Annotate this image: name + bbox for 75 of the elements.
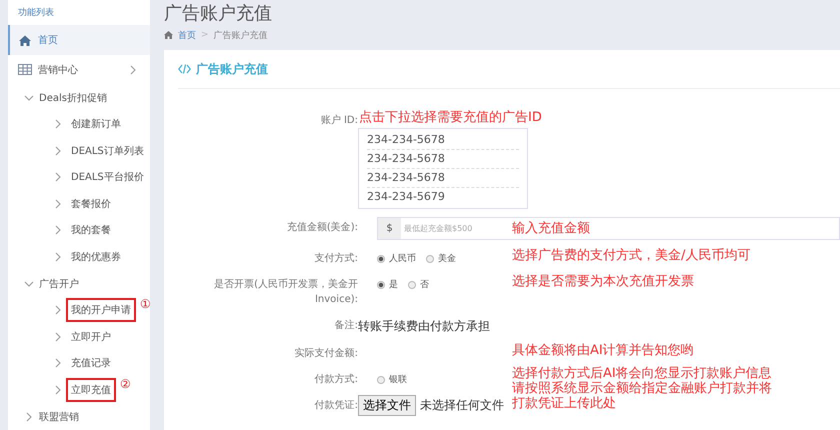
sidebar-item[interactable]: 我的套餐: [66, 218, 116, 242]
annotation-text: 输入充值金额: [512, 220, 590, 237]
field-label: 支付方式:: [314, 252, 358, 266]
radio-label[interactable]: 银联: [389, 373, 407, 386]
chevron-icon: [53, 172, 63, 182]
radio-label[interactable]: 美金: [438, 252, 456, 265]
chevron-icon: [24, 412, 34, 422]
sidebar-heading: 功能列表: [17, 6, 55, 20]
radio-button[interactable]: [377, 376, 385, 384]
sidebar-item[interactable]: 套餐报价: [66, 192, 116, 216]
chevron-icon: [53, 225, 63, 236]
account-list[interactable]: 234-234-5678 234-234-5678 234-234-5678 234-234-5679: [358, 128, 528, 209]
chevron-icon: [24, 92, 34, 102]
list-option[interactable]: 234-234-5678: [367, 150, 519, 169]
sidebar-item[interactable]: 创建新订单: [66, 112, 126, 136]
chevron-icon: [53, 198, 63, 209]
list-option[interactable]: 234-234-5678: [367, 131, 519, 150]
sidebar-item[interactable]: 立即开户: [66, 324, 116, 349]
chevron-icon: [53, 332, 63, 342]
annotation-text: 具体金额将由AI计算并告知您哟: [512, 342, 695, 359]
radio-button[interactable]: [377, 254, 385, 262]
field-label: 备注:: [334, 318, 358, 333]
radio-label[interactable]: 人民币: [389, 252, 416, 265]
sidebar-item[interactable]: 营销中心: [8, 55, 150, 84]
sidebar-item[interactable]: 我的优惠券: [66, 244, 126, 269]
chevron-icon: [53, 146, 63, 156]
chevron-icon: [53, 305, 63, 316]
chevron-icon: [53, 358, 63, 368]
field-label: 账户 ID:: [320, 114, 358, 128]
sidebar-item[interactable]: 充值记录: [66, 351, 116, 376]
annotation-text: 选择付款方式后AI将会向您显示打款账户信息: [512, 366, 773, 381]
chevron-icon: [53, 384, 63, 395]
field-label: 充值金额(美金):: [286, 220, 358, 235]
page-title: 广告账户充值: [164, 2, 273, 25]
home-icon: [164, 31, 173, 39]
chevron-icon: [53, 119, 63, 130]
field-label: 付款方式:: [314, 372, 358, 387]
sidebar-item[interactable]: DEALS平台报价: [66, 165, 149, 190]
breadcrumb-current: 广告账户充值: [214, 30, 268, 42]
radio-label[interactable]: 否: [420, 278, 429, 291]
annotation-text: 点击下拉选择需要充值的广告ID: [359, 110, 542, 126]
sidebar-item[interactable]: 立即充值: [66, 378, 116, 402]
radio-label[interactable]: 是: [389, 278, 398, 291]
chevron-icon: [53, 252, 63, 262]
sidebar-item[interactable]: Deals折扣促销: [8, 84, 150, 111]
sidebar-item[interactable]: 我的开户申请: [66, 298, 136, 322]
step-number: ①: [140, 297, 151, 311]
sidebar-item[interactable]: 广告开户: [8, 270, 150, 297]
file-status: 未选择任何文件: [420, 397, 504, 414]
card-title: 广告账户充值: [196, 60, 268, 78]
annotation-text: 选择广告费的支付方式，美金/人民币均可: [512, 247, 752, 264]
annotation-text: 请按照系统显示金额给指定金融账户打款并将: [512, 381, 773, 396]
sidebar-item[interactable]: 联盟营销: [8, 403, 150, 430]
chevron-icon: [128, 64, 138, 74]
field-label: 付款凭证:: [314, 399, 358, 413]
choose-file-button[interactable]: 选择文件: [358, 395, 416, 416]
list-option[interactable]: 234-234-5678: [367, 169, 519, 188]
chevron-icon: [24, 278, 34, 288]
note-text: 转账手续费由付款方承担: [358, 318, 490, 335]
field-label: 是否开票(人民币开发票，美金开Invoice):: [213, 278, 358, 307]
radio-button[interactable]: [408, 280, 416, 288]
sidebar-item[interactable]: 首页: [8, 25, 150, 55]
list-option[interactable]: 234-234-5679: [367, 188, 519, 206]
breadcrumb-separator: >: [201, 30, 209, 40]
home-icon: [18, 34, 32, 46]
field-label: 实际支付金额:: [294, 346, 358, 361]
annotation-text: 打款凭证上传此处: [512, 396, 617, 411]
annotation-text: 选择是否需要为本次充值开发票: [512, 273, 695, 290]
code-icon: [178, 64, 191, 74]
step-number: ②: [120, 376, 131, 390]
currency-addon: $: [378, 218, 401, 239]
radio-button[interactable]: [426, 254, 434, 262]
radio-button[interactable]: [377, 280, 385, 288]
sidebar-item[interactable]: DEALS订单列表: [66, 138, 149, 163]
table-icon: [18, 63, 32, 76]
